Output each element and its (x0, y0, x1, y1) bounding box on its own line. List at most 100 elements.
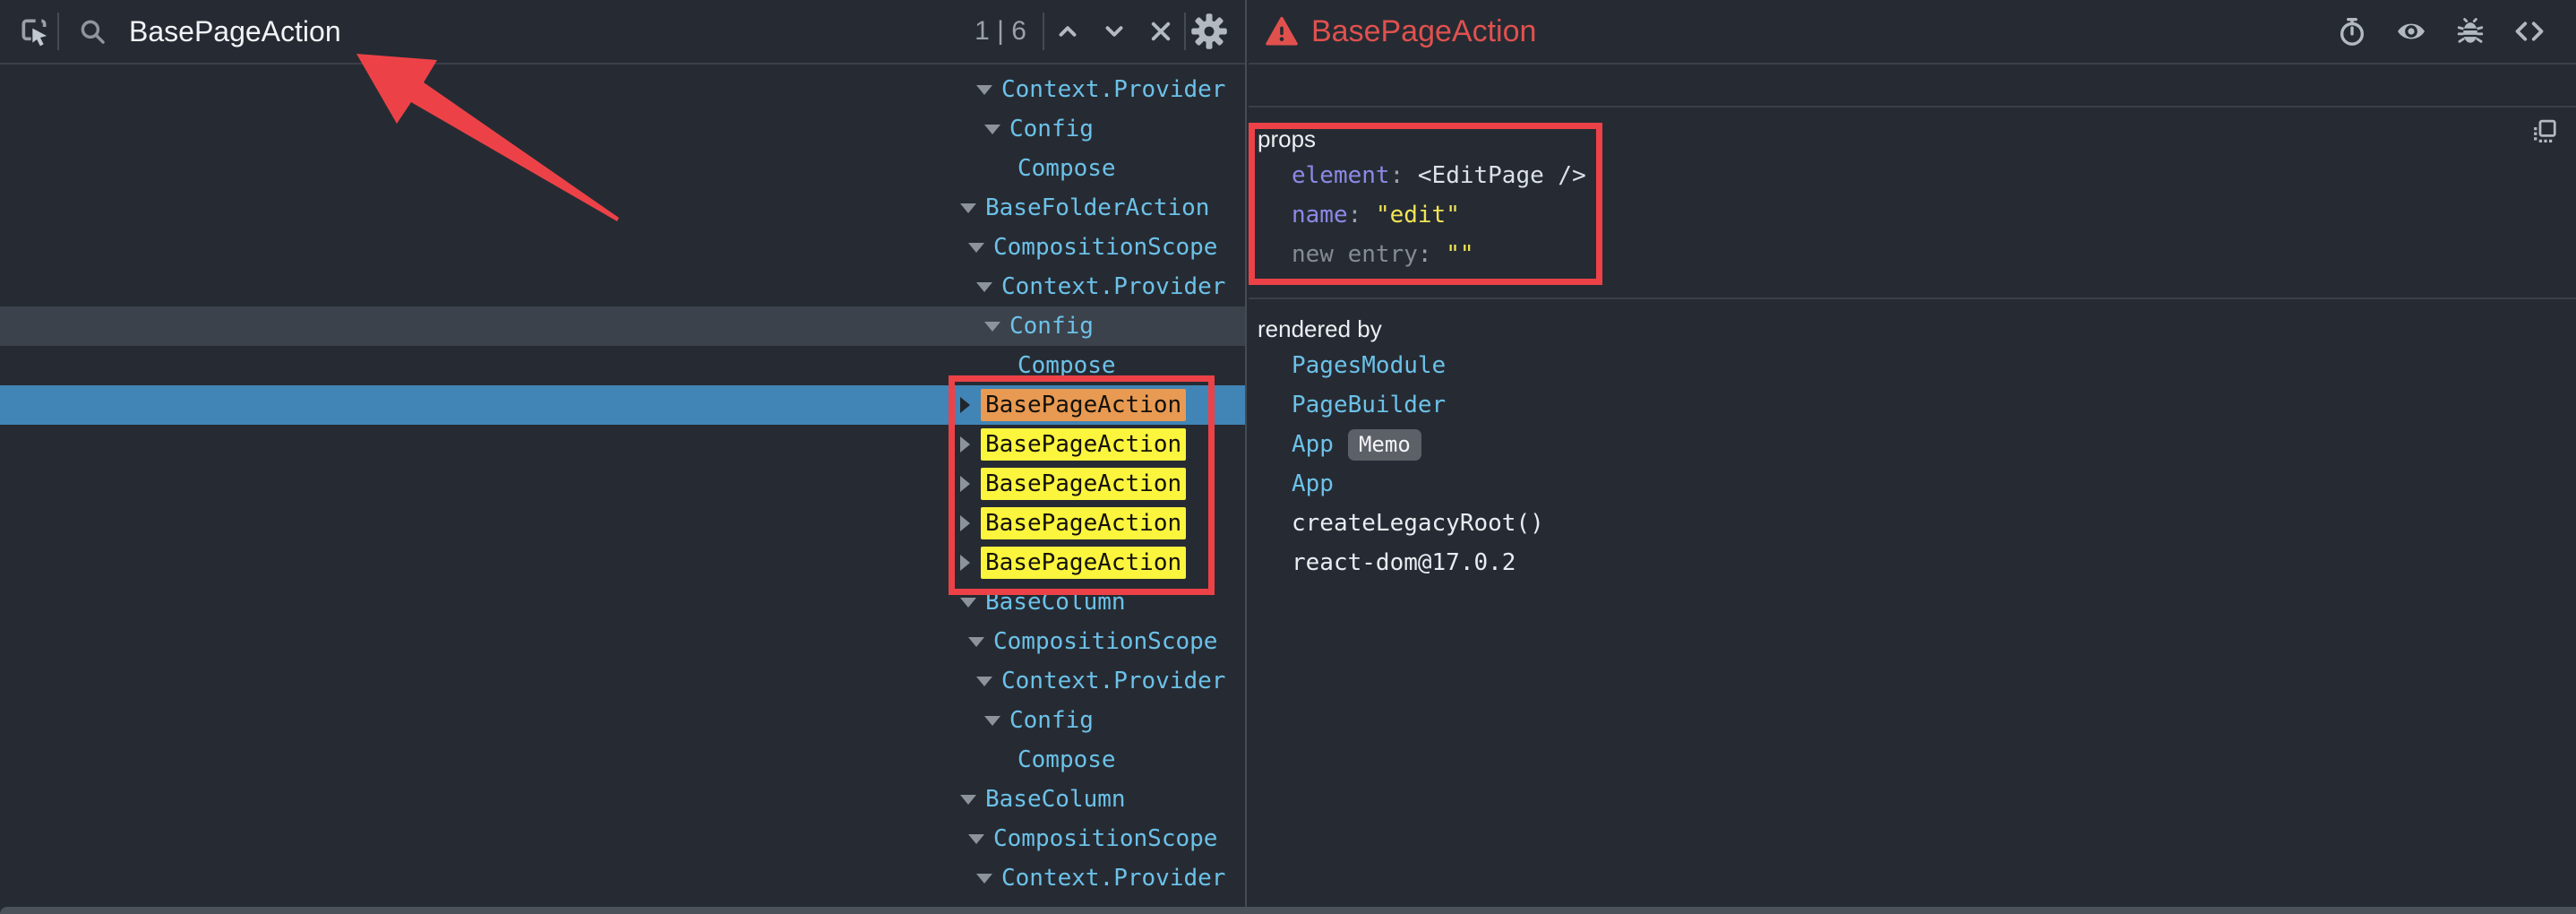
stopwatch-icon (2337, 16, 2367, 47)
expanded-arrow-icon[interactable] (976, 874, 992, 884)
expanded-arrow-icon[interactable] (960, 598, 976, 608)
tree-row[interactable]: BasePageAction (0, 425, 1245, 464)
copy-props-icon (2531, 118, 2558, 145)
gear-icon (1190, 13, 1228, 50)
component-name: Compose (1018, 746, 1116, 773)
expanded-arrow-icon[interactable] (984, 322, 1000, 332)
eye-icon (2395, 15, 2427, 47)
inspector-subheader (1249, 65, 2576, 108)
expanded-arrow-icon[interactable] (976, 85, 992, 95)
rendered-by-row: createLegacyRoot() (1249, 504, 2576, 543)
rendered-by-row[interactable]: PagesModule (1249, 346, 2576, 385)
inspect-dom-element-button[interactable] (2388, 8, 2434, 55)
tree-row[interactable]: CompositionScope (0, 622, 1245, 661)
log-component-data-button[interactable] (2447, 8, 2494, 55)
component-name: BasePageAction (981, 547, 1186, 579)
collapsed-arrow-icon[interactable] (960, 555, 970, 571)
component-name: Config (1009, 116, 1094, 142)
prop-row[interactable]: element: <EditPage /> (1249, 156, 2576, 195)
tree-row[interactable]: Config (0, 109, 1245, 149)
expanded-arrow-icon[interactable] (968, 834, 984, 844)
code-brackets-icon (2512, 14, 2546, 48)
tree-row[interactable]: Config (0, 701, 1245, 740)
clear-search-button[interactable] (1138, 8, 1184, 55)
tree-row[interactable]: BaseColumn (0, 780, 1245, 819)
owner-name: react-dom@17.0.2 (1292, 549, 1516, 576)
props-section-label: props (1249, 122, 2576, 156)
collapsed-arrow-icon[interactable] (960, 476, 970, 492)
tree-row[interactable]: BaseFolderAction (0, 188, 1245, 228)
collapsed-arrow-icon[interactable] (960, 436, 970, 453)
tree-row[interactable]: Context.Provider (0, 661, 1245, 701)
rendered-by-row[interactable]: App (1249, 464, 2576, 504)
props-section: props element: <EditPage />name: "edit"n… (1249, 108, 2576, 299)
prop-row[interactable]: new entry: "" (1249, 235, 2576, 274)
owner-name[interactable]: PagesModule (1292, 352, 1446, 379)
rendered-by-row[interactable]: AppMemo (1249, 425, 2576, 464)
tree-row[interactable]: BasePageAction (0, 464, 1245, 504)
settings-button[interactable] (1186, 8, 1232, 55)
tree-row[interactable]: BasePageAction (0, 385, 1245, 425)
prop-value: "edit" (1376, 202, 1460, 228)
close-icon (1145, 15, 1177, 47)
tree-row[interactable]: CompositionScope (0, 228, 1245, 267)
tree-row[interactable]: BaseColumn (0, 582, 1245, 622)
copy-props-button[interactable] (2531, 118, 2558, 145)
prop-colon: : (1390, 162, 1418, 189)
expanded-arrow-icon[interactable] (968, 243, 984, 253)
toolbar-divider (57, 13, 59, 50)
prop-value: <EditPage /> (1418, 162, 1586, 189)
owner-name[interactable]: App (1292, 431, 1334, 458)
search-results-counter: 1 | 6 (975, 16, 1026, 47)
component-name: Context.Provider (1001, 668, 1225, 694)
expanded-arrow-icon[interactable] (976, 282, 992, 292)
suspense-toggle-button[interactable] (2329, 8, 2375, 55)
prop-key: new entry (1292, 241, 1418, 268)
component-name: Context.Provider (1001, 865, 1225, 892)
prop-key: name (1292, 202, 1348, 228)
inspector-panel: BasePageAction (1249, 0, 2576, 914)
expanded-arrow-icon[interactable] (976, 677, 992, 686)
collapsed-arrow-icon[interactable] (960, 397, 970, 413)
component-name: BasePageAction (981, 507, 1186, 539)
tree-row[interactable]: BasePageAction (0, 504, 1245, 543)
react-devtools-window: 1 | 6 (0, 0, 2576, 914)
tree-row[interactable]: Context.Provider (0, 70, 1245, 109)
rendered-by-list: PagesModulePageBuilderAppMemoAppcreateLe… (1249, 346, 2576, 582)
component-name: BaseColumn (985, 786, 1126, 813)
search-icon (77, 16, 107, 47)
error-triangle-icon (1265, 16, 1299, 47)
component-name: BaseColumn (985, 589, 1126, 616)
arrow-slot (960, 203, 985, 213)
tree-row[interactable]: Compose (0, 740, 1245, 780)
owner-name[interactable]: App (1292, 470, 1334, 497)
tree-row[interactable]: Compose (0, 149, 1245, 188)
inspect-element-button[interactable] (11, 8, 57, 55)
tree-row[interactable]: Compose (0, 346, 1245, 385)
rendered-by-row: react-dom@17.0.2 (1249, 543, 2576, 582)
view-source-button[interactable] (2506, 8, 2553, 55)
rendered-by-row[interactable]: PageBuilder (1249, 385, 2576, 425)
previous-result-button[interactable] (1044, 8, 1091, 55)
tree-row[interactable]: Context.Provider (0, 267, 1245, 306)
rendered-by-section-label: rendered by (1249, 312, 2576, 346)
expanded-arrow-icon[interactable] (968, 637, 984, 647)
arrow-slot (968, 834, 993, 844)
component-name: Compose (1018, 155, 1116, 182)
expanded-arrow-icon[interactable] (960, 795, 976, 805)
owner-name[interactable]: PageBuilder (1292, 392, 1446, 418)
search-input[interactable] (127, 14, 958, 49)
expanded-arrow-icon[interactable] (984, 716, 1000, 726)
next-result-button[interactable] (1091, 8, 1138, 55)
expanded-arrow-icon[interactable] (984, 125, 1000, 134)
tree-row[interactable]: Config (0, 306, 1245, 346)
prop-row[interactable]: name: "edit" (1249, 195, 2576, 235)
inspect-element-icon (16, 13, 52, 49)
horizontal-scrollbar-thumb[interactable] (0, 907, 2576, 914)
collapsed-arrow-icon[interactable] (960, 515, 970, 531)
arrow-slot (976, 874, 1001, 884)
tree-row[interactable]: CompositionScope (0, 819, 1245, 858)
tree-row[interactable]: BasePageAction (0, 543, 1245, 582)
expanded-arrow-icon[interactable] (960, 203, 976, 213)
tree-row[interactable]: Context.Provider (0, 858, 1245, 898)
